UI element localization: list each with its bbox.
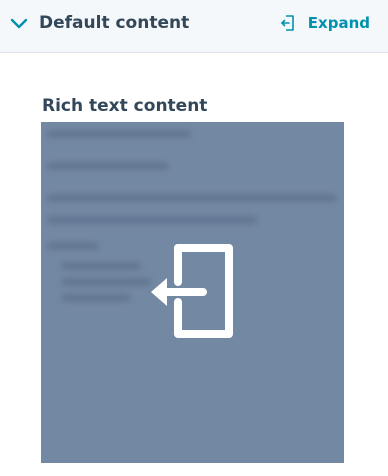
blurred-text-line — [47, 242, 99, 250]
blurred-text-line — [61, 294, 131, 302]
blurred-text-line — [61, 262, 141, 270]
chevron-down-icon[interactable] — [10, 16, 28, 30]
panel-title: Default content — [39, 13, 190, 33]
rich-text-preview[interactable] — [41, 122, 344, 463]
blurred-text-line — [47, 130, 191, 138]
blurred-text-line — [47, 162, 169, 170]
expand-label: Expand — [307, 14, 370, 32]
section-title: Rich text content — [42, 96, 208, 116]
expand-icon — [280, 15, 294, 31]
expand-icon — [151, 244, 233, 338]
expand-button[interactable]: Expand — [280, 11, 370, 35]
panel-header[interactable]: Default content Expand — [0, 0, 388, 53]
blurred-text-line — [47, 216, 257, 224]
blurred-text-line — [61, 278, 151, 286]
default-content-panel: Default content Expand Rich text content — [0, 0, 388, 476]
blurred-text-line — [47, 194, 337, 202]
